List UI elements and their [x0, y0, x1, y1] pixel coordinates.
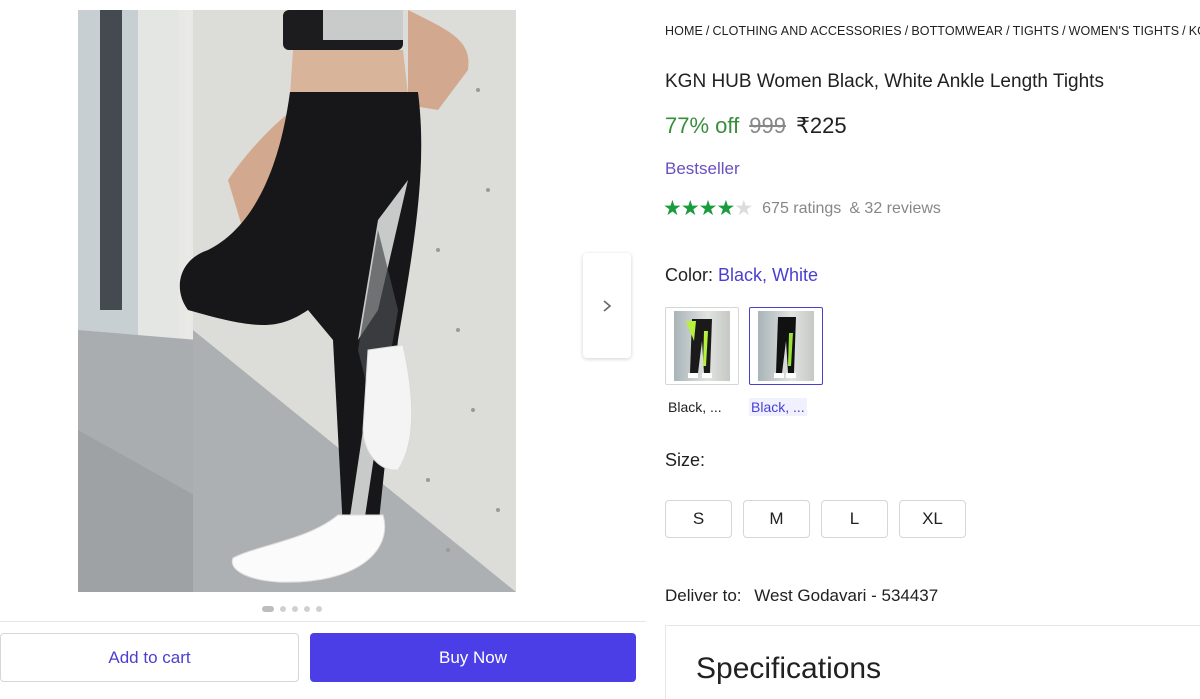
star-empty-icon: ★ [734, 197, 753, 220]
star-rating: ★★★★★ [663, 197, 753, 220]
size-option-xl[interactable]: XL [899, 500, 966, 538]
star-icon: ★ [680, 197, 700, 220]
color-swatch-selected[interactable] [749, 307, 823, 385]
reviews-count[interactable]: & 32 reviews [849, 200, 941, 218]
swatch-thumbnail [674, 311, 730, 381]
breadcrumb-item-bottomwear[interactable]: BOTTOMWEAR [911, 24, 1003, 38]
specifications-title: Specifications [696, 652, 882, 685]
specifications-section: Specifications [665, 625, 1200, 699]
star-icon: ★ [663, 197, 682, 220]
star-icon: ★ [716, 197, 735, 220]
color-option-label[interactable]: Black, ... [666, 398, 724, 416]
rating-row[interactable]: ★★★★★ 675 ratings & 32 reviews [663, 198, 941, 219]
gallery-dot[interactable] [292, 606, 298, 612]
color-label: Color: Black, White [665, 265, 818, 286]
bestseller-badge: Bestseller [665, 159, 740, 178]
product-image[interactable] [78, 10, 516, 592]
leggings-photo [78, 10, 516, 592]
breadcrumb-item-clothing[interactable]: CLOTHING AND ACCESSORIES [712, 24, 901, 38]
selling-price: ₹225 [795, 113, 847, 138]
breadcrumb: HOME / CLOTHING AND ACCESSORIES / BOTTOMWEAR… [665, 24, 1200, 38]
next-image-button[interactable] [583, 253, 631, 358]
breadcrumb-item-home[interactable]: HOME [665, 24, 703, 38]
size-label: Size: [665, 450, 706, 470]
original-price: 999 [749, 113, 786, 138]
chevron-right-icon [603, 299, 612, 312]
size-option-s[interactable]: S [665, 500, 732, 538]
breadcrumb-item-kgn[interactable]: KGN [1189, 24, 1200, 38]
gallery-dot[interactable] [316, 606, 322, 612]
gallery-pagination [262, 606, 322, 612]
ratings-count[interactable]: 675 ratings [762, 200, 841, 218]
size-option-m[interactable]: M [743, 500, 810, 538]
delivery-row[interactable]: Deliver to: West Godavari - 534437 [665, 586, 938, 606]
size-option-l[interactable]: L [821, 500, 888, 538]
star-icon: ★ [698, 197, 718, 220]
swatch-thumbnail [758, 311, 814, 381]
gallery-dot[interactable] [280, 606, 286, 612]
buy-now-button[interactable]: Buy Now [310, 633, 636, 682]
gallery-dot[interactable] [262, 606, 274, 612]
cta-bar: Add to cart Buy Now [0, 621, 646, 699]
delivery-location[interactable]: West Godavari - 534437 [754, 586, 938, 605]
price-row: 77% off 999 ₹225 [665, 113, 847, 139]
selected-color-value: Black, White [718, 265, 819, 285]
gallery-dot[interactable] [304, 606, 310, 612]
breadcrumb-item-tights[interactable]: TIGHTS [1013, 24, 1059, 38]
deliver-label: Deliver to: [665, 586, 742, 605]
product-title: KGN HUB Women Black, White Ankle Length … [665, 71, 1104, 92]
color-swatch[interactable] [665, 307, 739, 385]
add-to-cart-button[interactable]: Add to cart [0, 633, 299, 682]
discount-percent: 77% off [665, 113, 740, 138]
breadcrumb-item-womens-tights[interactable]: WOMEN'S TIGHTS [1069, 24, 1180, 38]
color-label-text: Color: [665, 265, 714, 285]
color-option-label-selected[interactable]: Black, ... [749, 398, 807, 416]
